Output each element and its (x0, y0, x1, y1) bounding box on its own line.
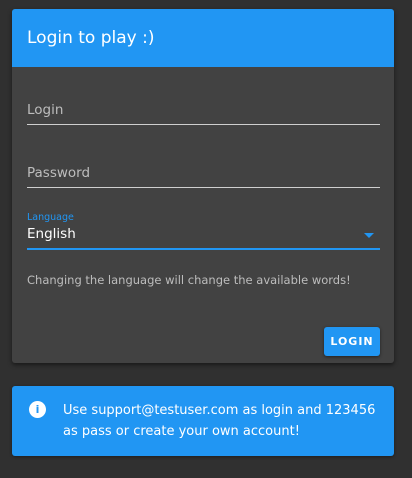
login-field[interactable]: Login (27, 102, 380, 125)
language-field[interactable]: Language English (27, 212, 380, 250)
info-text: Use support@testuser.com as login and 12… (63, 403, 376, 439)
language-value: English (27, 226, 76, 242)
language-helper-text: Changing the language will change the av… (27, 273, 351, 287)
language-select[interactable]: English (27, 226, 380, 250)
login-button[interactable]: LOGIN (324, 327, 380, 356)
login-card: Login to play :) Login Password Language… (12, 9, 394, 363)
password-field[interactable]: Password (27, 165, 380, 188)
dropdown-arrow-icon[interactable] (364, 233, 374, 238)
card-title: Login to play :) (12, 9, 394, 67)
login-input[interactable]: Login (27, 102, 380, 125)
info-icon: i (29, 401, 46, 418)
info-banner: i Use support@testuser.com as login and … (12, 386, 394, 456)
language-label: Language (27, 212, 74, 223)
password-input[interactable]: Password (27, 165, 380, 188)
